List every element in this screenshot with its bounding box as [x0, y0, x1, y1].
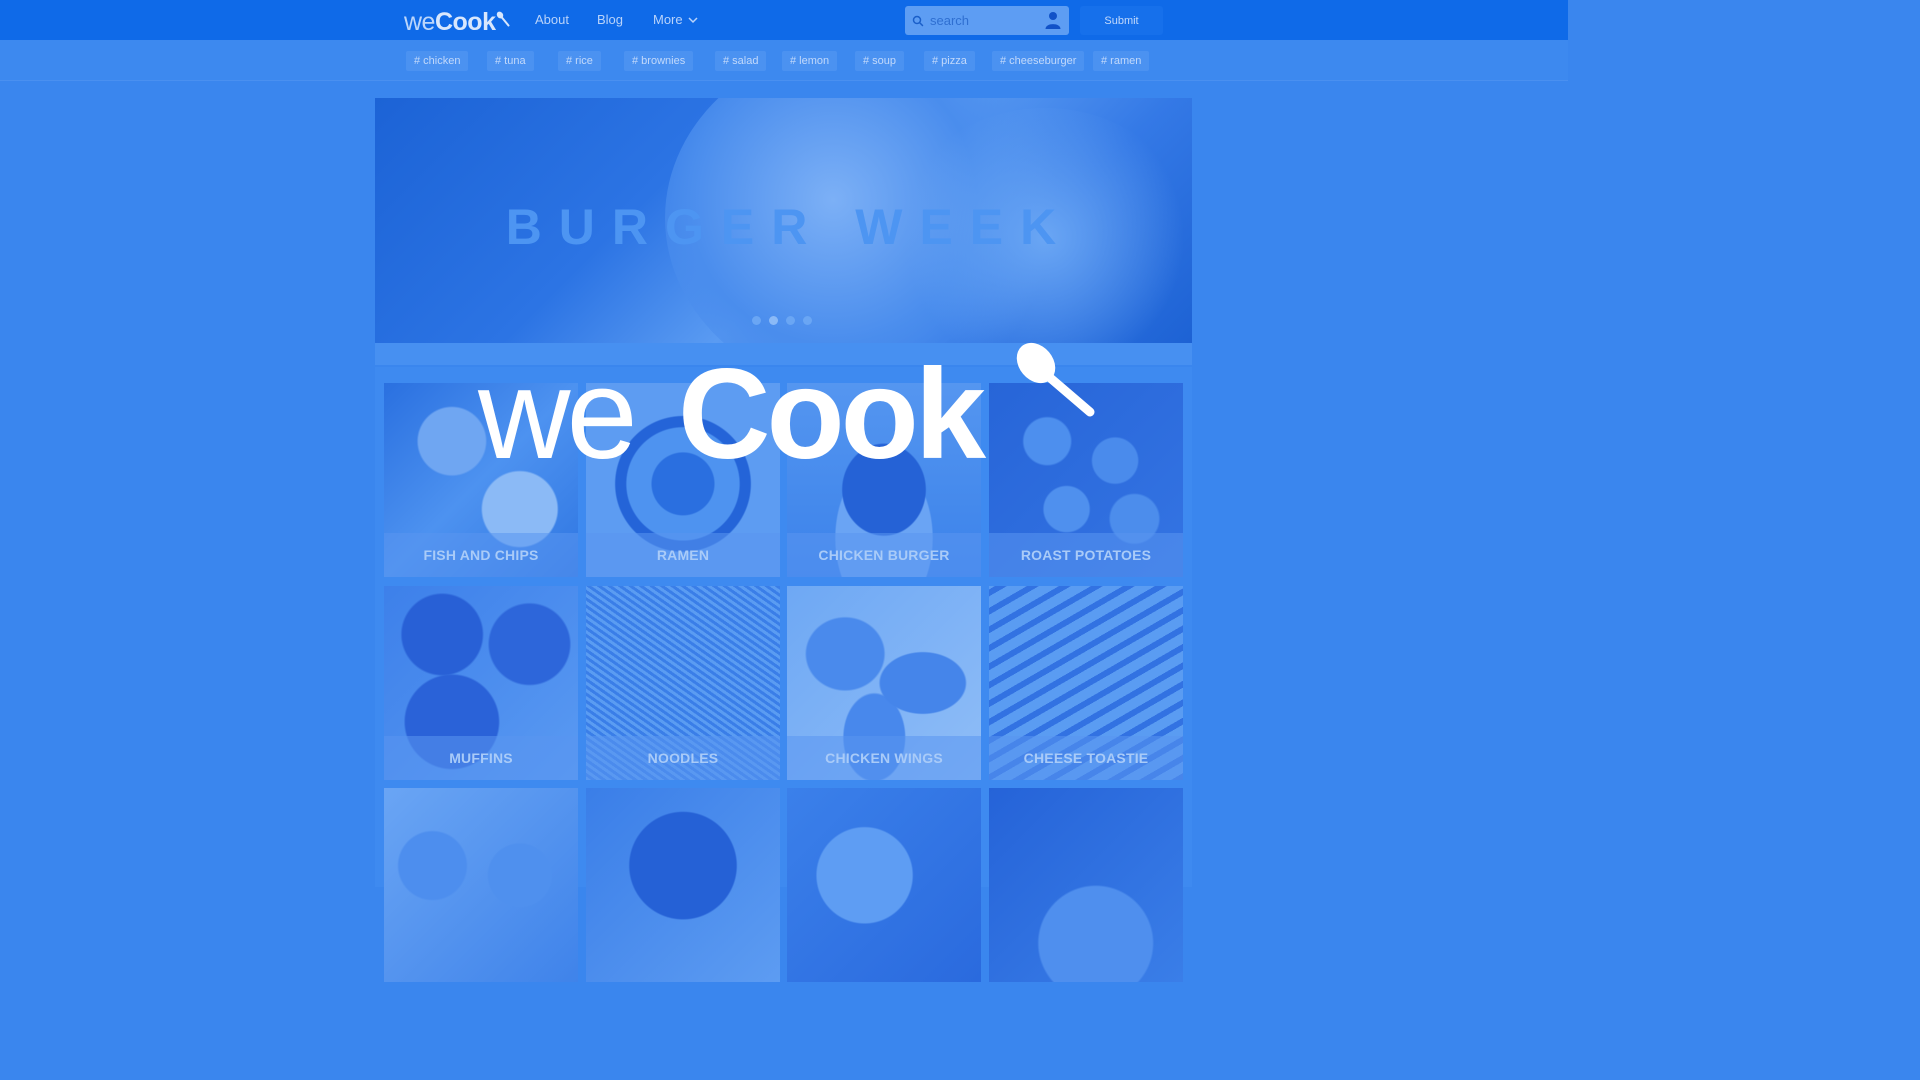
tag-salad[interactable]: # salad — [715, 51, 767, 71]
recipe-card[interactable] — [586, 788, 780, 982]
recipe-title: CHEESE TOASTIE — [989, 736, 1183, 780]
tag-lemon[interactable]: # lemon — [782, 51, 838, 71]
recipe-photo — [586, 788, 780, 982]
tag-pizza[interactable]: # pizza — [924, 51, 975, 71]
recipe-card-chicken-wings[interactable]: CHICKEN WINGS — [787, 586, 981, 780]
recipe-photo — [989, 788, 1183, 982]
featured-banner[interactable]: BURGER WEEK — [375, 98, 1192, 343]
overlay-logo-cook: Cook — [678, 343, 986, 486]
recipe-photo — [787, 788, 981, 982]
search-input[interactable] — [928, 12, 1038, 29]
search-box — [905, 6, 1069, 35]
banner-title: BURGER WEEK — [505, 199, 1074, 255]
recipe-title: CHICKEN BURGER — [787, 533, 981, 577]
carousel-dot[interactable] — [752, 316, 761, 325]
search-icon — [912, 15, 924, 26]
nav-blog-link[interactable]: Blog — [597, 0, 623, 40]
tag-cheeseburger[interactable]: # cheeseburger — [992, 51, 1085, 71]
overlay-logo: we Cook — [478, 340, 1098, 490]
recipe-title: MUFFINS — [384, 736, 578, 780]
spoon-icon — [497, 11, 510, 27]
submit-button[interactable]: Submit — [1080, 6, 1163, 35]
user-icon[interactable] — [1043, 10, 1063, 30]
tag-soup[interactable]: # soup — [855, 51, 905, 71]
recipe-title: ROAST POTATOES — [989, 533, 1183, 577]
recipe-card-noodles[interactable]: NOODLES — [586, 586, 780, 780]
top-navigation-bar: weCook About Blog More Submit — [0, 0, 1568, 40]
chevron-down-icon — [688, 16, 698, 23]
recipe-card[interactable] — [384, 788, 578, 982]
carousel-dot[interactable] — [803, 316, 812, 325]
logo-text-we: we — [404, 8, 435, 36]
recipe-title: FISH AND CHIPS — [384, 533, 578, 577]
nav-more-dropdown[interactable]: More — [653, 0, 698, 40]
recipe-card[interactable] — [787, 788, 981, 982]
overlay-logo-we: we — [478, 343, 638, 486]
tag-rice[interactable]: # rice — [558, 51, 601, 71]
tag-tuna[interactable]: # tuna — [487, 51, 534, 71]
recipe-card-cheese-toastie[interactable]: CHEESE TOASTIE — [989, 586, 1183, 780]
logo-text-cook: Cook — [434, 8, 496, 36]
carousel-dot-active[interactable] — [769, 316, 778, 325]
carousel-dots — [752, 316, 812, 325]
carousel-dot[interactable] — [786, 316, 795, 325]
recipe-photo — [384, 788, 578, 982]
spoon-icon — [1016, 342, 1095, 417]
recipe-card-muffins[interactable]: MUFFINS — [384, 586, 578, 780]
tag-brownies[interactable]: # brownies — [624, 51, 694, 71]
recipe-title: RAMEN — [586, 533, 780, 577]
tag-bar: # chicken # tuna # rice # brownies # sal… — [0, 40, 1568, 81]
recipe-title: NOODLES — [586, 736, 780, 780]
recipe-title: CHICKEN WINGS — [787, 736, 981, 780]
tag-chicken[interactable]: # chicken — [406, 51, 469, 71]
recipe-card[interactable] — [989, 788, 1183, 982]
header-logo[interactable]: we Cook — [404, 3, 510, 37]
nav-about-link[interactable]: About — [535, 0, 569, 40]
nav-more-label: More — [653, 12, 683, 27]
tag-ramen[interactable]: # ramen — [1093, 51, 1150, 71]
